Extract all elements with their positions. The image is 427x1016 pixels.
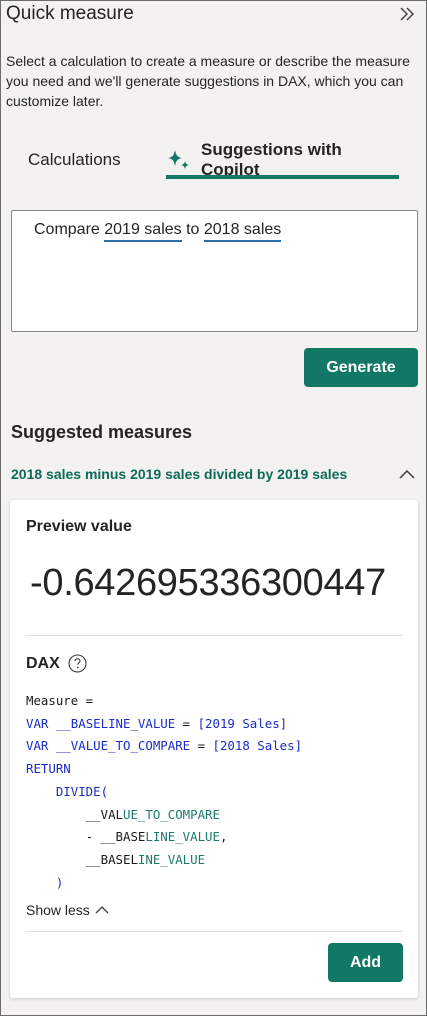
copilot-sparkle-icon: [167, 149, 191, 171]
divider: [26, 931, 403, 932]
code-line-2: VAR __BASELINE_VALUE = [2019 Sales]: [26, 716, 287, 731]
pane-title: Quick measure: [6, 3, 134, 24]
preview-value: -0.642695336300447: [30, 562, 386, 604]
prompt-input[interactable]: Compare 2019 sales to 2018 sales: [11, 210, 418, 332]
chevron-up-icon: [399, 469, 415, 479]
code-arg: UE_TO_COMPARE: [123, 806, 220, 822]
code-operator: =: [182, 715, 198, 731]
code-arg: __VAL: [85, 806, 123, 822]
chevron-up-icon: [94, 903, 110, 917]
add-button[interactable]: Add: [328, 943, 403, 982]
divider: [26, 635, 403, 636]
code-line-1: Measure =: [26, 693, 93, 708]
double-chevron-right-icon: [400, 7, 414, 21]
code-variable: __BASELINE_VALUE: [48, 715, 183, 731]
quick-measure-pane: Quick measure Select a calculation to cr…: [0, 0, 427, 1016]
tab-calculations-label: Calculations: [28, 150, 121, 169]
code-line-5: DIVIDE(: [26, 784, 108, 799]
show-less-label: Show less: [26, 902, 90, 918]
generate-button[interactable]: Generate: [304, 348, 418, 387]
collapse-pane-button[interactable]: [396, 3, 418, 25]
code-function: DIVIDE(: [55, 783, 109, 799]
code-line-9: ): [26, 875, 63, 890]
pane-description: Select a calculation to create a measure…: [6, 53, 410, 109]
dax-code-block[interactable]: Measure = VAR __BASELINE_VALUE = [2019 S…: [26, 690, 302, 894]
code-keyword: VAR: [26, 738, 49, 754]
prompt-token-2018-sales[interactable]: 2018 sales: [203, 221, 282, 242]
show-less-link[interactable]: Show less: [26, 902, 110, 918]
code-arg: LINE_VALUE: [145, 829, 220, 845]
tab-copilot-label: Suggestions with Copilot: [201, 140, 342, 179]
code-keyword: VAR: [26, 715, 49, 731]
dax-label: DAX: [26, 654, 60, 672]
help-icon[interactable]: [68, 654, 87, 673]
code-close-paren: ): [55, 874, 64, 890]
code-measure-ref: [2019 Sales]: [197, 715, 288, 731]
dax-heading: DAX: [26, 654, 87, 673]
code-line-7: - __BASELINE_VALUE,: [26, 829, 228, 845]
code-measure-ref: [2018 Sales]: [212, 738, 303, 754]
suggestion-card: Preview value -0.642695336300447 DAX Mea…: [10, 500, 418, 998]
code-measure: Measure =: [26, 693, 94, 708]
code-arg: __BASEL: [85, 851, 138, 867]
code-arg: INE_VALUE: [137, 851, 206, 867]
prompt-token-2019-sales[interactable]: 2019 sales: [104, 221, 182, 242]
prompt-text-prefix: Compare: [34, 221, 105, 238]
suggestion-item-label: 2018 sales minus 2019 sales divided by 2…: [11, 466, 348, 482]
code-operator: =: [197, 738, 213, 754]
suggestion-item-header[interactable]: 2018 sales minus 2019 sales divided by 2…: [1, 461, 427, 489]
code-line-8: __BASELINE_VALUE: [26, 852, 205, 867]
code-keyword: RETURN: [26, 761, 71, 777]
tab-bar: Calculations Suggestions with Copilot: [1, 139, 427, 184]
code-comma: ,: [219, 829, 228, 845]
tab-calculations[interactable]: Calculations: [28, 139, 121, 181]
prompt-text-middle: to: [181, 221, 204, 238]
preview-value-label: Preview value: [26, 518, 132, 535]
code-line-6: __VALUE_TO_COMPARE: [26, 807, 220, 822]
code-line-3: VAR __VALUE_TO_COMPARE = [2018 Sales]: [26, 738, 302, 753]
suggested-measures-heading: Suggested measures: [11, 422, 193, 442]
code-variable: __VALUE_TO_COMPARE: [48, 738, 198, 754]
selected-tab-indicator: [166, 175, 399, 179]
code-arg: - __BASE: [85, 829, 146, 845]
code-line-4: RETURN: [26, 761, 71, 776]
